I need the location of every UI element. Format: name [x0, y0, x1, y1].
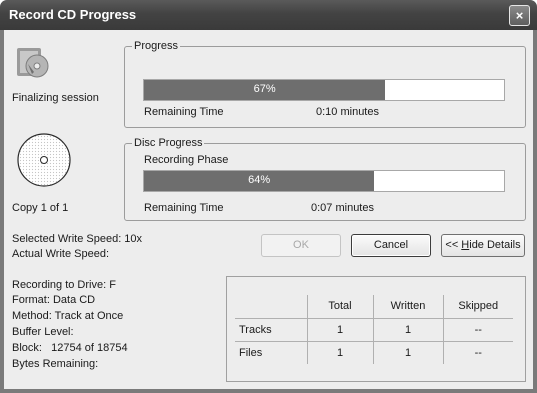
stats-table-box: Total Written Skipped Tracks 1 1 -- File… [226, 276, 526, 382]
disc-progress-legend: Disc Progress [132, 137, 205, 149]
table-header-skipped: Skipped [442, 295, 513, 318]
bytes-remaining: Bytes Remaining: [12, 358, 99, 370]
progress-legend: Progress [132, 40, 181, 52]
disc-remaining-value: 0:07 minutes [311, 202, 374, 214]
dialog-client-area: Finalizing session Copy 1 of 1 Progress … [4, 30, 533, 389]
disc-progress-percent: 64% [248, 174, 271, 186]
hide-details-rest: ide Details [469, 239, 521, 251]
table-header-blank [235, 295, 307, 318]
selected-write-speed: Selected Write Speed: 10x [12, 233, 143, 245]
close-button[interactable]: × [509, 5, 530, 26]
table-header-total: Total [306, 295, 373, 318]
buffer-level: Buffer Level: [12, 326, 74, 338]
table-header-written: Written [372, 295, 443, 318]
row-label: Files [235, 340, 307, 364]
cell-total: 1 [306, 340, 373, 364]
table-header-row: Total Written Skipped [235, 295, 513, 318]
copy-label: Copy 1 of 1 [12, 202, 69, 214]
progress-remaining-label: Remaining Time [144, 106, 224, 118]
recording-drive: Recording to Drive: F [12, 279, 116, 291]
cell-total: 1 [306, 317, 373, 341]
recording-phase-label: Recording Phase [144, 154, 229, 166]
table-row: Tracks 1 1 -- [235, 317, 513, 341]
cell-skipped: -- [442, 317, 513, 341]
table-row: Files 1 1 -- [235, 340, 513, 364]
disc-icon [17, 133, 71, 187]
progress-bar: 67% [143, 79, 505, 101]
actual-write-speed: Actual Write Speed: [12, 248, 110, 260]
cell-written: 1 [372, 340, 443, 364]
finalizing-label: Finalizing session [12, 92, 99, 104]
hide-details-prefix: << [445, 239, 462, 251]
close-icon: × [515, 8, 524, 23]
block-count: Block: 12754 of 18754 [12, 342, 128, 354]
progress-percent: 67% [253, 83, 276, 95]
title-bar[interactable]: Record CD Progress × [0, 0, 537, 30]
row-label: Tracks [235, 317, 307, 341]
disc-remaining-label: Remaining Time [144, 202, 224, 214]
ok-button[interactable]: OK [261, 234, 341, 257]
dialog-window: Record CD Progress × Finalizing session [0, 0, 537, 393]
cancel-button[interactable]: Cancel [351, 234, 431, 257]
format-label: Format: Data CD [12, 294, 96, 306]
cell-written: 1 [372, 317, 443, 341]
disc-progress-bar: 64% [143, 170, 505, 192]
method-label: Method: Track at Once [12, 310, 124, 322]
cell-skipped: -- [442, 340, 513, 364]
hide-details-button[interactable]: << Hide Details [441, 234, 525, 257]
cd-burn-icon [17, 48, 49, 78]
stats-table: Total Written Skipped Tracks 1 1 -- File… [235, 295, 513, 364]
progress-remaining-value: 0:10 minutes [316, 106, 379, 118]
window-title: Record CD Progress [9, 7, 137, 22]
